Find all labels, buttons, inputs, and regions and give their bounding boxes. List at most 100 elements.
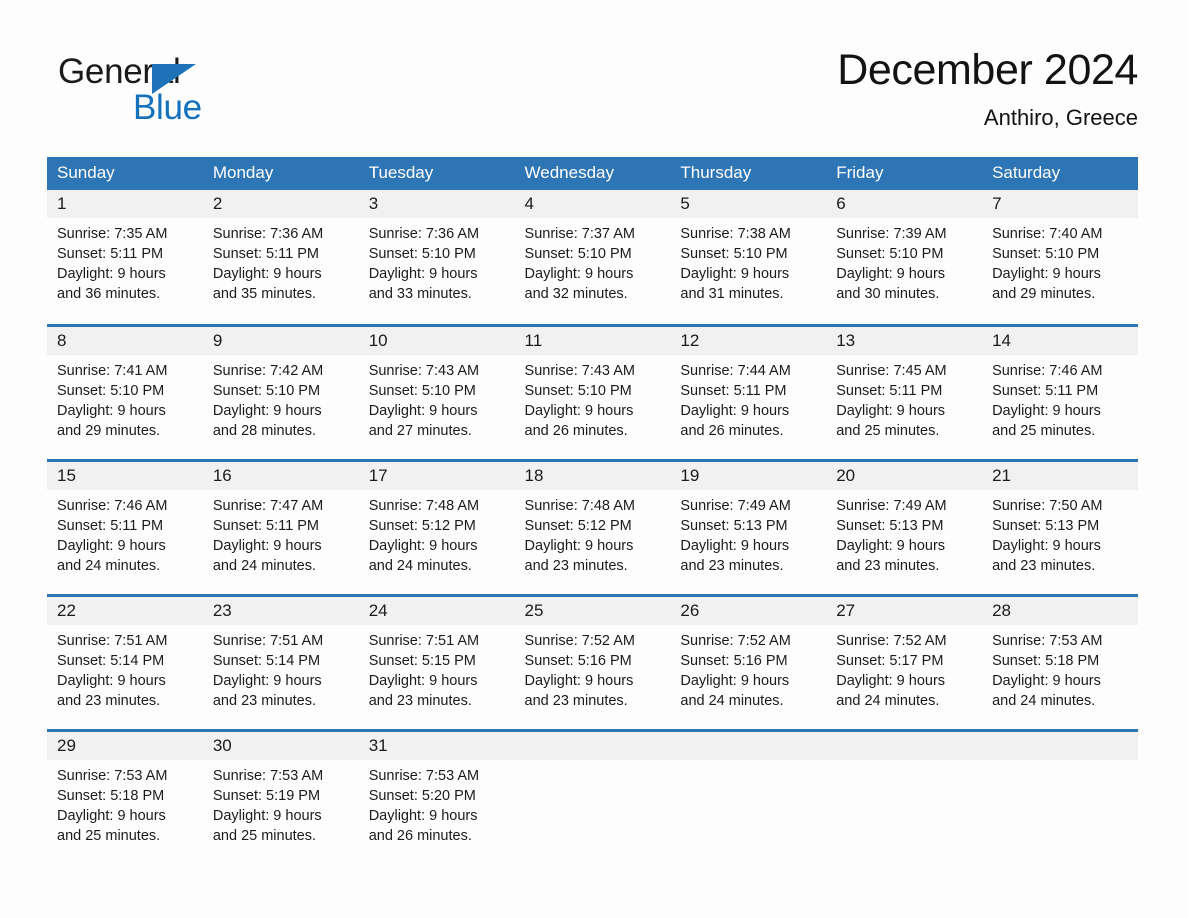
brand-name-blue: Blue: [133, 88, 202, 127]
sunrise-text: Sunrise: 7:49 AM: [836, 497, 947, 514]
day-details: Sunrise: 7:36 AM Sunset: 5:11 PM Dayligh…: [203, 218, 359, 304]
sunrise-text: Sunrise: 7:53 AM: [57, 767, 168, 784]
day-number: 2: [202, 190, 359, 218]
day-cell[interactable]: 26 Sunrise: 7:52 AM Sunset: 5:16 PM Dayl…: [670, 593, 827, 730]
daylight-line1: Daylight: 9 hours: [212, 672, 322, 689]
day-number: 16: [202, 461, 359, 490]
day-number: 22: [47, 596, 203, 625]
day-cell[interactable]: 13 Sunrise: 7:45 AM Sunset: 5:11 PM Dayl…: [826, 323, 983, 460]
daylight-line1: Daylight: 9 hours: [368, 266, 478, 282]
day-cell[interactable]: 30 Sunrise: 7:53 AM Sunset: 5:19 PM Dayl…: [202, 728, 359, 865]
day-number: 23: [202, 596, 359, 625]
calendar-week-row: 29 Sunrise: 7:53 AM Sunset: 5:18 PM Dayl…: [47, 728, 1138, 865]
daylight-line1: Daylight: 9 hours: [212, 807, 322, 824]
sunset-text: Sunset: 5:16 PM: [524, 652, 632, 669]
day-cell-empty: [826, 728, 983, 865]
daylight-line2: and 24 minutes.: [680, 692, 784, 709]
day-details: Sunrise: 7:51 AM Sunset: 5:14 PM Dayligh…: [47, 625, 203, 711]
sunset-text: Sunset: 5:13 PM: [992, 517, 1100, 534]
daylight-line1: Daylight: 9 hours: [992, 672, 1101, 689]
day-cell[interactable]: 15 Sunrise: 7:46 AM Sunset: 5:11 PM Dayl…: [47, 458, 203, 595]
daylight-line2: and 23 minutes.: [836, 557, 940, 574]
sunset-text: Sunset: 5:10 PM: [368, 246, 476, 262]
day-cell[interactable]: 11 Sunrise: 7:43 AM Sunset: 5:10 PM Dayl…: [514, 323, 671, 460]
sunrise-text: Sunrise: 7:45 AM: [836, 362, 947, 379]
sunset-text: Sunset: 5:19 PM: [212, 787, 321, 804]
sunset-text: Sunset: 5:10 PM: [836, 246, 944, 262]
day-cell[interactable]: 18 Sunrise: 7:48 AM Sunset: 5:12 PM Dayl…: [514, 458, 671, 595]
daylight-line2: and 25 minutes.: [57, 827, 161, 844]
daylight-line2: and 24 minutes.: [836, 692, 940, 709]
sunset-text: Sunset: 5:11 PM: [212, 517, 319, 534]
day-number: [982, 731, 1138, 760]
day-details: Sunrise: 7:51 AM Sunset: 5:14 PM Dayligh…: [203, 625, 359, 711]
day-cell[interactable]: 27 Sunrise: 7:52 AM Sunset: 5:17 PM Dayl…: [826, 593, 983, 730]
sunrise-text: Sunrise: 7:36 AM: [212, 226, 324, 242]
sunset-text: Sunset: 5:11 PM: [212, 246, 319, 262]
day-cell[interactable]: 16 Sunrise: 7:47 AM Sunset: 5:11 PM Dayl…: [202, 458, 359, 595]
day-number: 4: [514, 190, 671, 218]
day-cell[interactable]: 4 Sunrise: 7:37 AM Sunset: 5:10 PM Dayli…: [514, 190, 671, 325]
day-number: [670, 731, 827, 760]
day-cell[interactable]: 6 Sunrise: 7:39 AM Sunset: 5:10 PM Dayli…: [826, 190, 983, 325]
day-details: [670, 760, 826, 766]
page-title: December 2024: [837, 46, 1138, 94]
day-cell[interactable]: 29 Sunrise: 7:53 AM Sunset: 5:18 PM Dayl…: [47, 728, 203, 865]
day-cell[interactable]: 21 Sunrise: 7:50 AM Sunset: 5:13 PM Dayl…: [982, 458, 1138, 595]
day-details: Sunrise: 7:35 AM Sunset: 5:11 PM Dayligh…: [47, 218, 203, 304]
sunset-text: Sunset: 5:14 PM: [212, 652, 321, 669]
daylight-line2: and 24 minutes.: [992, 692, 1096, 709]
daylight-line1: Daylight: 9 hours: [680, 402, 790, 419]
sunset-text: Sunset: 5:11 PM: [680, 382, 787, 399]
daylight-line1: Daylight: 9 hours: [680, 672, 790, 689]
day-cell[interactable]: 20 Sunrise: 7:49 AM Sunset: 5:13 PM Dayl…: [826, 458, 983, 595]
daylight-line1: Daylight: 9 hours: [992, 537, 1101, 554]
day-cell[interactable]: 5 Sunrise: 7:38 AM Sunset: 5:10 PM Dayli…: [670, 190, 827, 325]
day-cell[interactable]: 9 Sunrise: 7:42 AM Sunset: 5:10 PM Dayli…: [202, 323, 359, 460]
daylight-line1: Daylight: 9 hours: [524, 266, 634, 282]
sunset-text: Sunset: 5:10 PM: [212, 382, 321, 399]
daylight-line2: and 25 minutes.: [992, 422, 1096, 439]
title-block: December 2024 Anthiro, Greece: [837, 44, 1138, 131]
day-cell[interactable]: 2 Sunrise: 7:36 AM Sunset: 5:11 PM Dayli…: [202, 190, 359, 325]
sunset-text: Sunset: 5:13 PM: [680, 517, 788, 534]
calendar-week-row: 8 Sunrise: 7:41 AM Sunset: 5:10 PM Dayli…: [47, 323, 1138, 460]
brand-logo: General Blue: [58, 52, 358, 132]
daylight-line1: Daylight: 9 hours: [212, 402, 322, 419]
daylight-line2: and 26 minutes.: [524, 422, 628, 439]
daylight-line2: and 23 minutes.: [992, 557, 1096, 574]
sunset-text: Sunset: 5:11 PM: [57, 246, 164, 262]
sunset-text: Sunset: 5:20 PM: [368, 787, 476, 804]
day-cell[interactable]: 1 Sunrise: 7:35 AM Sunset: 5:11 PM Dayli…: [47, 190, 203, 325]
day-cell[interactable]: 31 Sunrise: 7:53 AM Sunset: 5:20 PM Dayl…: [358, 728, 515, 865]
sunset-text: Sunset: 5:17 PM: [836, 652, 944, 669]
day-number: 26: [670, 596, 827, 625]
day-details: Sunrise: 7:48 AM Sunset: 5:12 PM Dayligh…: [359, 490, 515, 576]
daylight-line1: Daylight: 9 hours: [212, 266, 322, 282]
day-cell[interactable]: 24 Sunrise: 7:51 AM Sunset: 5:15 PM Dayl…: [358, 593, 515, 730]
sunrise-text: Sunrise: 7:48 AM: [368, 497, 480, 514]
day-cell[interactable]: 22 Sunrise: 7:51 AM Sunset: 5:14 PM Dayl…: [47, 593, 203, 730]
day-cell[interactable]: 7 Sunrise: 7:40 AM Sunset: 5:10 PM Dayli…: [982, 190, 1138, 325]
daylight-line1: Daylight: 9 hours: [836, 402, 946, 419]
day-cell[interactable]: 25 Sunrise: 7:52 AM Sunset: 5:16 PM Dayl…: [514, 593, 671, 730]
day-cell[interactable]: 19 Sunrise: 7:49 AM Sunset: 5:13 PM Dayl…: [670, 458, 827, 595]
daylight-line2: and 30 minutes.: [836, 286, 940, 302]
day-cell[interactable]: 23 Sunrise: 7:51 AM Sunset: 5:14 PM Dayl…: [202, 593, 359, 730]
day-details: Sunrise: 7:48 AM Sunset: 5:12 PM Dayligh…: [515, 490, 671, 576]
day-details: Sunrise: 7:52 AM Sunset: 5:17 PM Dayligh…: [826, 625, 982, 711]
day-cell[interactable]: 3 Sunrise: 7:36 AM Sunset: 5:10 PM Dayli…: [358, 190, 515, 325]
day-details: Sunrise: 7:49 AM Sunset: 5:13 PM Dayligh…: [670, 490, 826, 576]
day-cell[interactable]: 17 Sunrise: 7:48 AM Sunset: 5:12 PM Dayl…: [358, 458, 515, 595]
sunrise-text: Sunrise: 7:37 AM: [524, 226, 635, 242]
day-cell[interactable]: 12 Sunrise: 7:44 AM Sunset: 5:11 PM Dayl…: [670, 323, 827, 460]
sunrise-text: Sunrise: 7:52 AM: [524, 632, 635, 649]
day-cell[interactable]: 8 Sunrise: 7:41 AM Sunset: 5:10 PM Dayli…: [47, 323, 203, 460]
sunrise-text: Sunrise: 7:52 AM: [836, 632, 947, 649]
day-cell[interactable]: 10 Sunrise: 7:43 AM Sunset: 5:10 PM Dayl…: [358, 323, 515, 460]
day-cell[interactable]: 14 Sunrise: 7:46 AM Sunset: 5:11 PM Dayl…: [982, 323, 1138, 460]
sunrise-text: Sunrise: 7:48 AM: [524, 497, 635, 514]
day-details: Sunrise: 7:46 AM Sunset: 5:11 PM Dayligh…: [47, 490, 203, 576]
daylight-line1: Daylight: 9 hours: [368, 807, 478, 824]
day-cell[interactable]: 28 Sunrise: 7:53 AM Sunset: 5:18 PM Dayl…: [982, 593, 1138, 730]
